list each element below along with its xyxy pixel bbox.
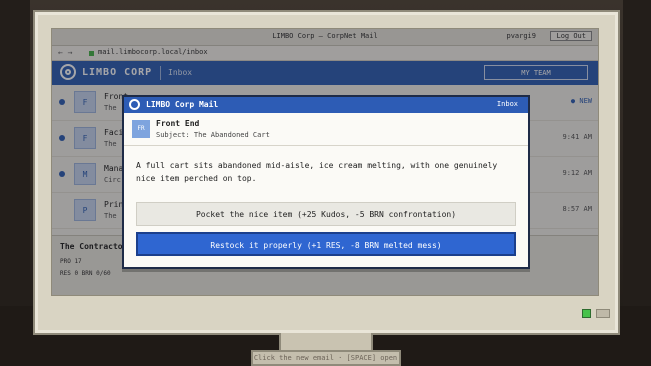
power-led-icon — [582, 309, 591, 318]
control-hint: Click the new email · [SPACE] open — [253, 354, 398, 362]
sender-block: FR Front End Subject: The Abandoned Cart — [124, 113, 528, 146]
modal-tag: Inbox — [496, 100, 518, 108]
email-body: A full cart sits abandoned mid-aisle, ic… — [136, 161, 498, 183]
sender-name: Front End — [156, 119, 200, 128]
limbo-logo-icon — [129, 99, 140, 110]
monitor-knob — [596, 309, 610, 318]
email-subject: Subject: The Abandoned Cart — [156, 131, 270, 139]
mail-modal: LIMBO Corp Mail Inbox FR Front End Subje… — [122, 95, 530, 269]
modal-header: LIMBO Corp Mail Inbox — [124, 97, 528, 113]
choice-pocket-item-button[interactable]: Pocket the nice item (+25 Kudos, -5 BRN … — [136, 202, 516, 226]
choice-restock-button[interactable]: Restock it properly (+1 RES, -8 BRN melt… — [136, 232, 516, 256]
modal-title: LIMBO Corp Mail — [146, 100, 219, 109]
sender-badge: FR — [132, 120, 150, 138]
